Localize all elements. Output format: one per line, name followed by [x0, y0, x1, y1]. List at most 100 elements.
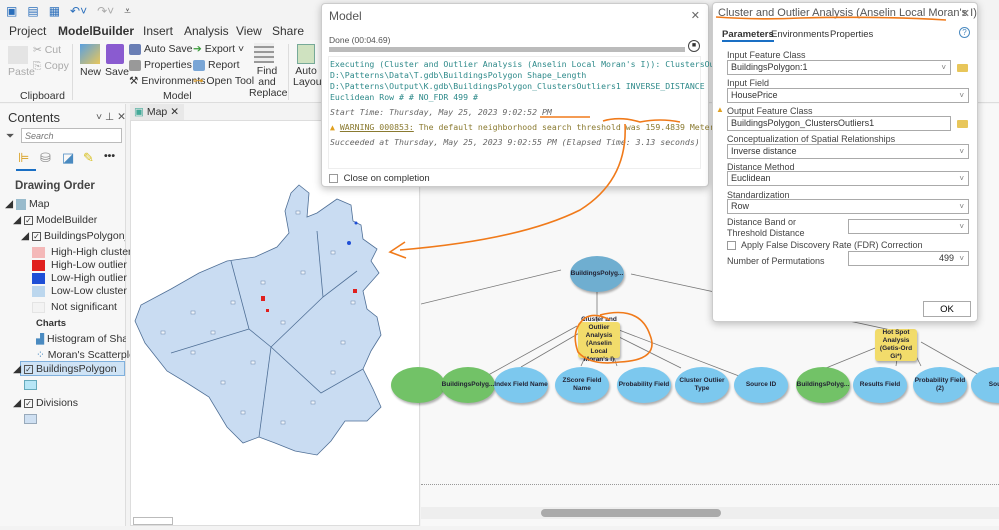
auto-layout-button[interactable]: Auto Layout: [293, 66, 325, 88]
tab-properties[interactable]: Properties: [830, 29, 873, 40]
copy-button[interactable]: ⎘ Copy: [33, 60, 69, 73]
auto-save-label: Auto Save: [144, 43, 193, 55]
divisions-checkbox[interactable]: ✓: [24, 398, 33, 408]
model-output-node[interactable]: Index Field Name: [494, 367, 548, 403]
tab-modelbuilder[interactable]: ModelBuilder: [58, 22, 135, 42]
new-project-icon[interactable]: ▣: [6, 4, 17, 19]
model-output-node[interactable]: Cluster Outlier Type: [675, 367, 729, 403]
input-field-select[interactable]: HousePrice ˅: [727, 88, 969, 103]
map-tab[interactable]: ▣ Map ✕: [130, 104, 184, 120]
buildings-checkbox[interactable]: ✓: [24, 364, 33, 374]
list-by-drawing-order-icon[interactable]: ⊫: [18, 150, 29, 166]
distance-band-select[interactable]: ˅: [848, 219, 969, 234]
tab-share[interactable]: Share: [272, 22, 304, 40]
list-by-selection-icon[interactable]: ◪: [62, 150, 74, 166]
close-icon[interactable]: ✕: [961, 7, 970, 20]
auto-save-button[interactable]: Auto Save: [129, 43, 192, 55]
tab-analysis[interactable]: Analysis: [184, 22, 229, 40]
customize-icon[interactable]: ⩡: [124, 4, 131, 19]
permutations-select[interactable]: 499 ˅: [848, 251, 969, 266]
report-icon: [193, 59, 205, 71]
hotspot-tool-node[interactable]: Hot Spot Analysis (Getis-Ord Gi*): [875, 329, 917, 361]
buildings-label: BuildingsPolygon: [36, 363, 117, 375]
model-output-node[interactable]: BuildingsPolyg...: [796, 367, 850, 403]
tab-insert[interactable]: Insert: [143, 22, 173, 40]
chart-histogram[interactable]: ▟ Histogram of Shape_: [36, 333, 126, 345]
pane-controls[interactable]: ˅ ⊥ ✕: [96, 111, 126, 123]
cut-button[interactable]: ✂ Cut: [33, 44, 61, 56]
model-output-node[interactable]: ZScore Field Name: [555, 367, 609, 403]
ok-button[interactable]: OK: [923, 301, 971, 317]
model-output-node[interactable]: Probability Field (2): [913, 367, 967, 403]
redo-icon[interactable]: ↷˅: [97, 4, 114, 19]
model-output-node[interactable]: Results Field: [853, 367, 907, 403]
stop-icon[interactable]: ■: [688, 40, 700, 52]
conceptualization-select[interactable]: Inverse distance ˅: [727, 144, 969, 159]
save-project-icon[interactable]: ▦: [49, 4, 60, 19]
model-output-node[interactable]: Probability Field: [617, 367, 671, 403]
input-feature-class-select[interactable]: BuildingsPolygon:1 ˅: [727, 60, 951, 75]
export-button[interactable]: ➔ Export ˅: [193, 43, 244, 55]
close-map-tab-icon[interactable]: ✕: [170, 106, 179, 118]
undo-icon[interactable]: ↶˅: [70, 4, 87, 19]
export-label: Export: [204, 43, 236, 55]
scale-input[interactable]: [133, 517, 173, 525]
warning-link[interactable]: WARNING 000853:: [340, 122, 414, 132]
checkbox[interactable]: [329, 173, 338, 183]
close-icon[interactable]: ✕: [691, 9, 700, 22]
search-input[interactable]: [21, 128, 122, 143]
list-by-editing-icon[interactable]: ✎: [83, 150, 94, 166]
output-feature-class-input[interactable]: BuildingsPolygon_ClustersOutliers1: [727, 116, 951, 131]
fdr-checkbox[interactable]: Apply False Discovery Rate (FDR) Correct…: [727, 240, 923, 251]
legend-item: Not significant: [32, 301, 117, 313]
distance-band-label: Distance Band or Threshold Distance: [727, 217, 805, 238]
find-replace-icon: [254, 43, 274, 63]
horizontal-scrollbar[interactable]: [421, 507, 999, 519]
folder-icon[interactable]: [957, 64, 968, 72]
filter-icon[interactable]: ⏷: [6, 130, 14, 143]
charts-heading: Charts: [36, 318, 67, 329]
folder-icon[interactable]: [957, 120, 968, 128]
report-button[interactable]: Report: [193, 59, 240, 71]
buildings-layer[interactable]: ◢ ✓ BuildingsPolygon: [13, 363, 117, 375]
modelbuilder-label: ModelBuilder: [36, 214, 98, 226]
cluster-layer-checkbox[interactable]: ✓: [32, 231, 41, 241]
list-by-source-icon[interactable]: ⛁: [40, 150, 51, 166]
tool-dialog-title: Cluster and Outlier Analysis (Anselin Lo…: [718, 7, 977, 19]
chart-scatterplot[interactable]: ⁘ Moran's Scatterplot: [36, 349, 138, 361]
map-layer[interactable]: ◢ Map: [5, 198, 49, 210]
close-on-completion-checkbox[interactable]: Close on completion: [329, 173, 430, 184]
find-replace-button[interactable]: Find and Replace: [249, 66, 288, 99]
modelbuilder-checkbox[interactable]: ✓: [24, 215, 33, 225]
legend-label: Not significant: [51, 301, 117, 313]
divisions-layer[interactable]: ◢ ✓ Divisions: [13, 397, 78, 409]
tab-environments[interactable]: Environments: [771, 29, 829, 40]
save-button[interactable]: Save: [105, 66, 129, 78]
modelbuilder-layer[interactable]: ◢ ✓ ModelBuilder: [13, 214, 97, 226]
checkbox[interactable]: [727, 241, 736, 251]
tab-parameters[interactable]: Parameters: [722, 29, 774, 42]
model-input-node[interactable]: BuildingsPolyg...: [570, 256, 624, 292]
tab-project[interactable]: Project: [9, 22, 46, 40]
model-output-node-partial[interactable]: [391, 367, 445, 403]
distance-method-select[interactable]: Euclidean ˅: [727, 171, 969, 186]
help-icon[interactable]: ?: [959, 27, 970, 38]
paste-button[interactable]: Paste: [8, 66, 35, 78]
model-output-node[interactable]: Source ID: [734, 367, 788, 403]
scrollbar-thumb[interactable]: [541, 509, 721, 517]
conceptualization-label: Conceptualization of Spatial Relationshi…: [727, 134, 896, 144]
cluster-outlier-tool-node[interactable]: Cluster and Outlier Analysis (Anselin Lo…: [578, 316, 620, 363]
progress-status: Done (00:04.69): [329, 35, 391, 45]
standardization-select[interactable]: Row ˅: [727, 199, 969, 214]
more-icon[interactable]: •••: [104, 150, 115, 162]
properties-button[interactable]: Properties: [129, 59, 192, 71]
model-output-node[interactable]: BuildingsPolyg...: [441, 367, 495, 403]
cluster-layer[interactable]: ◢ ✓BuildingsPolygon_Cluste: [21, 230, 125, 242]
new-button[interactable]: New: [80, 66, 101, 78]
chevron-down-icon: ˅: [959, 254, 964, 263]
legend-item: Low-High outlier: [32, 272, 127, 284]
tab-view[interactable]: View: [236, 22, 262, 40]
open-tool-button[interactable]: ⊶ Open Tool: [193, 75, 254, 87]
chevron-down-icon: ˅: [941, 63, 946, 72]
open-project-icon[interactable]: ▤: [27, 4, 38, 19]
